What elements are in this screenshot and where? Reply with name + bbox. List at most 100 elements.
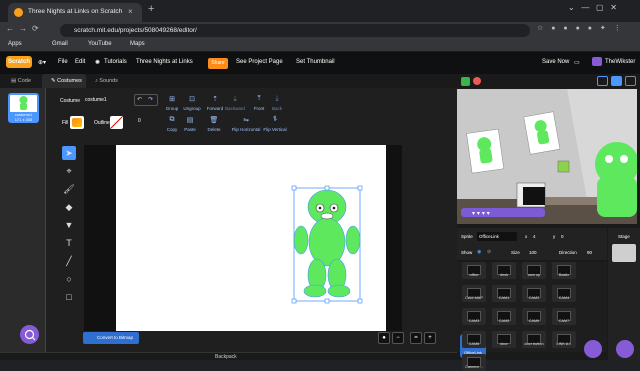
stop-icon[interactable]	[473, 77, 481, 85]
tab-code[interactable]: ▤ Code	[2, 74, 42, 88]
drawing-canvas[interactable]	[116, 145, 386, 331]
share-button[interactable]: Share	[208, 58, 228, 69]
sprite-tile[interactable]: door	[492, 331, 516, 348]
bookmark-maps[interactable]: Maps	[130, 41, 145, 47]
small-stage-icon[interactable]	[597, 76, 608, 86]
choose-backdrop-button[interactable]	[616, 340, 634, 358]
sprite-tile-name: CAM3	[468, 319, 480, 323]
sprite-tile[interactable]: door button	[522, 331, 546, 348]
project-title-field[interactable]: Three Nights at Links	[136, 59, 193, 65]
no-outline-icon	[110, 116, 123, 129]
paste-button[interactable]: ▤ Paste	[182, 116, 198, 132]
globe-icon[interactable]: ⊕▾	[38, 59, 46, 66]
line-tool-icon[interactable]: ╱	[62, 254, 76, 268]
window-controls[interactable]: ⌄ — ▢ ✕	[568, 3, 638, 17]
sprite-tile[interactable]: CAM5	[492, 308, 516, 325]
bookmark-gmail[interactable]: Gmail	[52, 41, 68, 47]
username[interactable]: TheWikster	[605, 59, 635, 65]
hide-eye-icon[interactable]: ⊘	[487, 249, 491, 255]
sprite-tile[interactable]: Bastic	[552, 262, 576, 279]
undo-icon[interactable]: ↶	[137, 96, 142, 103]
set-thumbnail-button[interactable]: Set Thumbnail	[296, 59, 335, 65]
x-value[interactable]: 4	[533, 234, 536, 239]
see-project-page-button[interactable]: See Project Page	[236, 59, 283, 65]
grid-toggle-icon[interactable]: ●	[378, 332, 390, 344]
choose-sprite-button[interactable]	[584, 340, 602, 358]
eraser-tool-icon[interactable]: ◆	[62, 200, 76, 214]
green-flag-icon[interactable]	[461, 77, 470, 86]
menu-file[interactable]: File	[58, 59, 68, 65]
avatar[interactable]	[592, 57, 602, 66]
text-tool-icon[interactable]: T	[62, 236, 76, 250]
sprite-tile[interactable]: CAM3	[462, 308, 486, 325]
menu-edit[interactable]: Edit	[75, 59, 85, 65]
redo-icon[interactable]: ↷	[148, 96, 153, 103]
reshape-tool-icon[interactable]: ⌖	[62, 164, 76, 178]
show-eye-icon[interactable]: ◉	[477, 249, 481, 255]
sprite-tile[interactable]: CAM8	[462, 331, 486, 348]
zoom-out-icon[interactable]: −	[392, 332, 404, 344]
fill-tool-icon[interactable]: ▼	[62, 218, 76, 232]
outline-color-picker[interactable]	[110, 116, 123, 129]
folder-icon[interactable]: ▭	[574, 59, 580, 66]
sprite-tile[interactable]: office	[462, 262, 486, 279]
sprite-tile[interactable]: CAM4	[552, 285, 576, 302]
sprite-tile-name: CAM7	[558, 319, 570, 323]
nav-buttons[interactable]: ←→⟳	[6, 24, 44, 33]
sprite-name-input[interactable]: OfficeLink	[477, 232, 517, 241]
delete-button[interactable]: 🗑 Delete	[206, 116, 222, 132]
outline-width-input[interactable]: 0	[130, 117, 154, 127]
costume-name-input[interactable]: costume1	[82, 96, 130, 106]
backpack-bar[interactable]: Backpack	[0, 352, 457, 360]
stage-thumbnail[interactable]	[612, 244, 636, 262]
sprite-tile[interactable]: CAM1	[492, 285, 516, 302]
convert-to-bitmap-button[interactable]: Convert to Bitmap	[83, 332, 139, 344]
sprite-tile[interactable]: LINK A.I.	[552, 331, 576, 348]
rectangle-tool-icon[interactable]: □	[62, 290, 76, 304]
svg-text:▾ ▾ ▾ ▾: ▾ ▾ ▾ ▾	[472, 210, 490, 217]
brush-tool-icon[interactable]: 🖌	[62, 182, 76, 196]
select-tool-icon[interactable]: ➤	[62, 146, 76, 160]
zoom-reset-icon[interactable]: =	[410, 332, 422, 344]
zoom-in-icon[interactable]: +	[424, 332, 436, 344]
bookmark-apps[interactable]: Apps	[8, 41, 22, 47]
front-button[interactable]: ⤒ Front	[252, 95, 266, 111]
tab-sounds[interactable]: ♪ Sounds	[86, 74, 130, 88]
tab-costumes[interactable]: ✎ Costumes	[42, 74, 86, 88]
large-stage-icon[interactable]	[611, 76, 622, 86]
sprite-tile[interactable]: desk	[492, 262, 516, 279]
menu-tutorials[interactable]: Tutorials	[104, 59, 127, 65]
flip-horizontal-button[interactable]: ⇋ Flip Horizontal	[230, 116, 262, 132]
sprite-tile[interactable]: cam up	[522, 262, 546, 279]
scratch-logo[interactable]: Scratch	[6, 56, 32, 68]
close-tab-icon[interactable]: ×	[128, 7, 133, 16]
extension-icons[interactable]: ☆ ● ● ● ● ✦ ⋮	[537, 24, 624, 32]
bookmark-youtube[interactable]: YouTube	[88, 41, 112, 47]
choose-costume-button[interactable]	[20, 325, 39, 344]
backward-label: Backward	[225, 106, 245, 111]
flip-vertical-button[interactable]: ⥮ Flip Vertical	[260, 116, 290, 132]
sprite-tile[interactable]: Camera ...	[462, 354, 486, 371]
fullscreen-icon[interactable]	[625, 76, 636, 86]
sprite-tile[interactable]: CAM MAP	[462, 285, 486, 302]
backward-button[interactable]: ⇣ Backward	[224, 95, 246, 111]
direction-value[interactable]: 90	[587, 250, 592, 255]
group-button[interactable]: ⊞ Group	[164, 95, 180, 111]
browser-tab[interactable]: Three Nights at Links on Scratch ×	[8, 3, 142, 22]
new-tab-icon[interactable]: +	[148, 3, 154, 15]
browser-tab-bar: Three Nights at Links on Scratch × + ⌄ —…	[0, 0, 640, 22]
fill-color-picker[interactable]	[70, 116, 84, 129]
forward-button[interactable]: ⇡ Forward	[206, 95, 224, 111]
y-value[interactable]: 0	[561, 234, 564, 239]
ungroup-button[interactable]: ⊡ Ungroup	[182, 95, 202, 111]
size-value[interactable]: 100	[529, 250, 537, 255]
sprite-tile[interactable]: CAM6	[522, 308, 546, 325]
sprite-tile[interactable]: CAM7	[552, 308, 576, 325]
sprite-tile[interactable]: CAM2	[522, 285, 546, 302]
circle-tool-icon[interactable]: ○	[62, 272, 76, 286]
back-button[interactable]: ⤓ Back	[270, 95, 284, 111]
copy-button[interactable]: ⧉ Copy	[164, 116, 180, 132]
save-now-button[interactable]: Save Now	[542, 59, 569, 65]
stage[interactable]: ▾ ▾ ▾ ▾	[457, 89, 637, 224]
address-bar[interactable]: scratch.mit.edu/projects/508049268/edito…	[60, 24, 530, 37]
